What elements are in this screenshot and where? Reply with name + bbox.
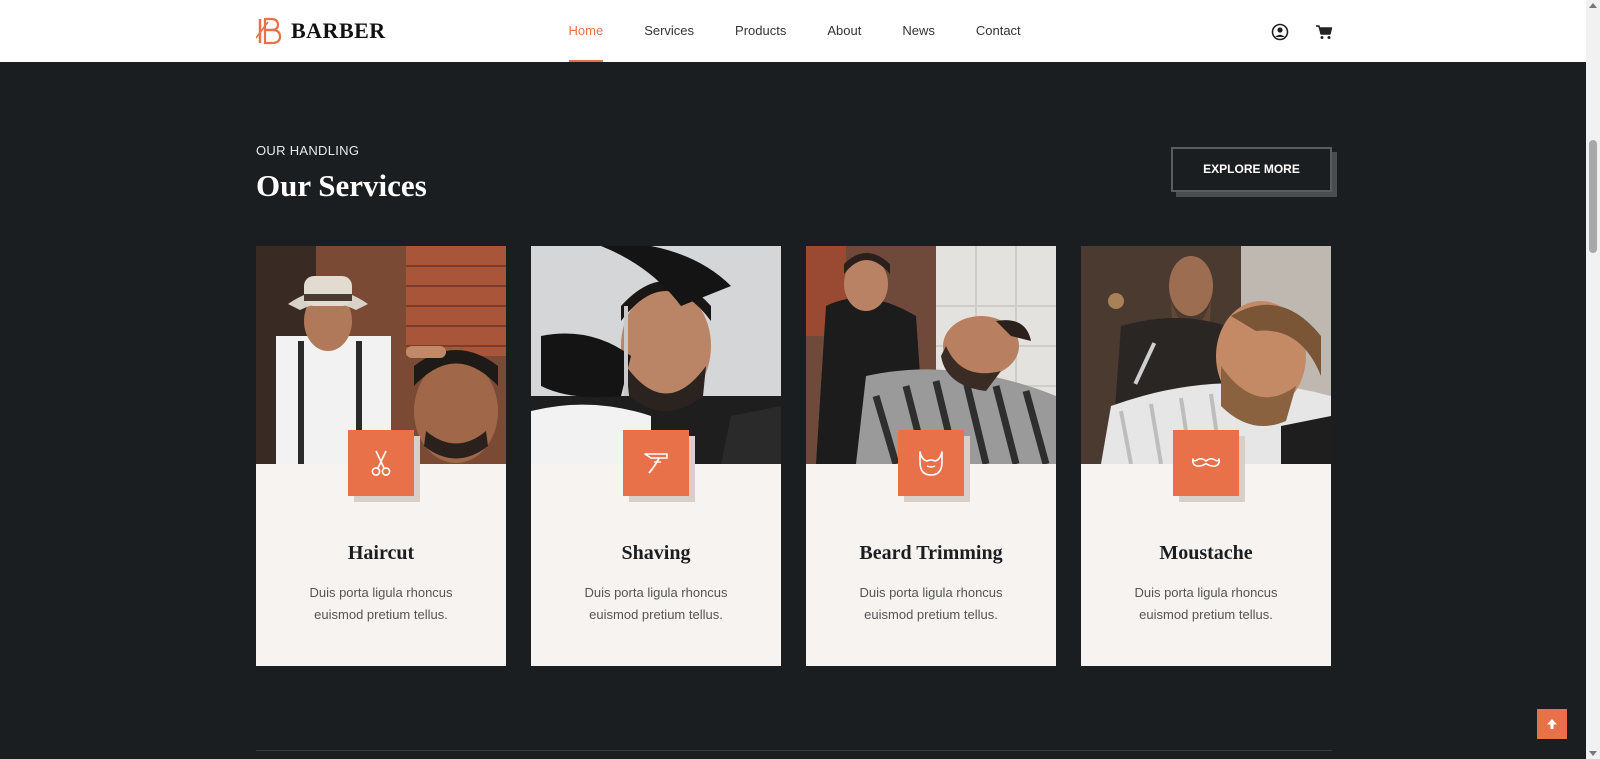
site-header: BARBER Home Services Products About News… [0,0,1586,62]
arrow-up-icon [1547,719,1557,729]
section-divider [256,750,1332,751]
service-desc-shaving: Duis porta ligula rhoncus euismod pretiu… [584,585,728,622]
nav-news[interactable]: News [882,0,956,62]
service-title-moustache: Moustache [1159,542,1253,564]
service-desc-beard-trimming: Duis porta ligula rhoncus euismod pretiu… [859,585,1003,622]
section-title: Our Services [256,168,427,203]
service-badge-shaving [623,430,695,502]
service-card-moustache[interactable]: Moustache Duis porta ligula rhoncus euis… [1081,246,1331,666]
nav-services[interactable]: Services [624,0,715,62]
explore-more-button[interactable]: EXPLORE MORE [1171,147,1332,192]
service-card-beard-trimming[interactable]: Beard Trimming Duis porta ligula rhoncus… [806,246,1056,666]
service-card-shaving[interactable]: Shaving Duis porta ligula rhoncus euismo… [531,246,781,666]
shopping-cart-icon[interactable] [1315,23,1333,41]
scroll-up-arrow-icon[interactable] [1589,3,1597,8]
service-desc-moustache: Duis porta ligula rhoncus euismod pretiu… [1134,585,1278,622]
service-title-haircut: Haircut [347,542,415,564]
brand-b-logo-icon [256,17,282,45]
service-card-haircut[interactable]: Haircut Duis porta ligula rhoncus euismo… [256,246,506,666]
service-desc-haircut: Duis porta ligula rhoncus euismod pretiu… [309,585,453,622]
section-eyebrow: OUR HANDLING [256,143,360,158]
beard-icon [919,451,943,476]
moustache-icon [1192,457,1220,467]
nav-products[interactable]: Products [715,0,807,62]
service-badge-beard-trimming [898,430,970,502]
service-badge-moustache [1173,430,1245,502]
brand-logo[interactable]: BARBER [256,16,386,46]
scroll-down-arrow-icon[interactable] [1589,751,1597,756]
user-account-icon[interactable] [1271,23,1289,41]
service-title-beard-trimming: Beard Trimming [859,542,1003,564]
back-to-top-button[interactable] [1537,709,1567,739]
page-scrollbar[interactable] [1586,0,1600,759]
explore-more-wrapper: EXPLORE MORE [1171,147,1337,197]
main-nav: Home Services Products About News Contac… [548,0,1041,62]
razor-icon [644,453,668,474]
scissors-icon [371,450,391,476]
scroll-thumb[interactable] [1589,140,1597,253]
nav-home[interactable]: Home [548,0,624,62]
service-badge-haircut [348,430,420,502]
nav-contact[interactable]: Contact [955,0,1041,62]
nav-about[interactable]: About [807,0,882,62]
brand-name: BARBER [291,18,386,43]
service-title-shaving: Shaving [621,542,691,564]
